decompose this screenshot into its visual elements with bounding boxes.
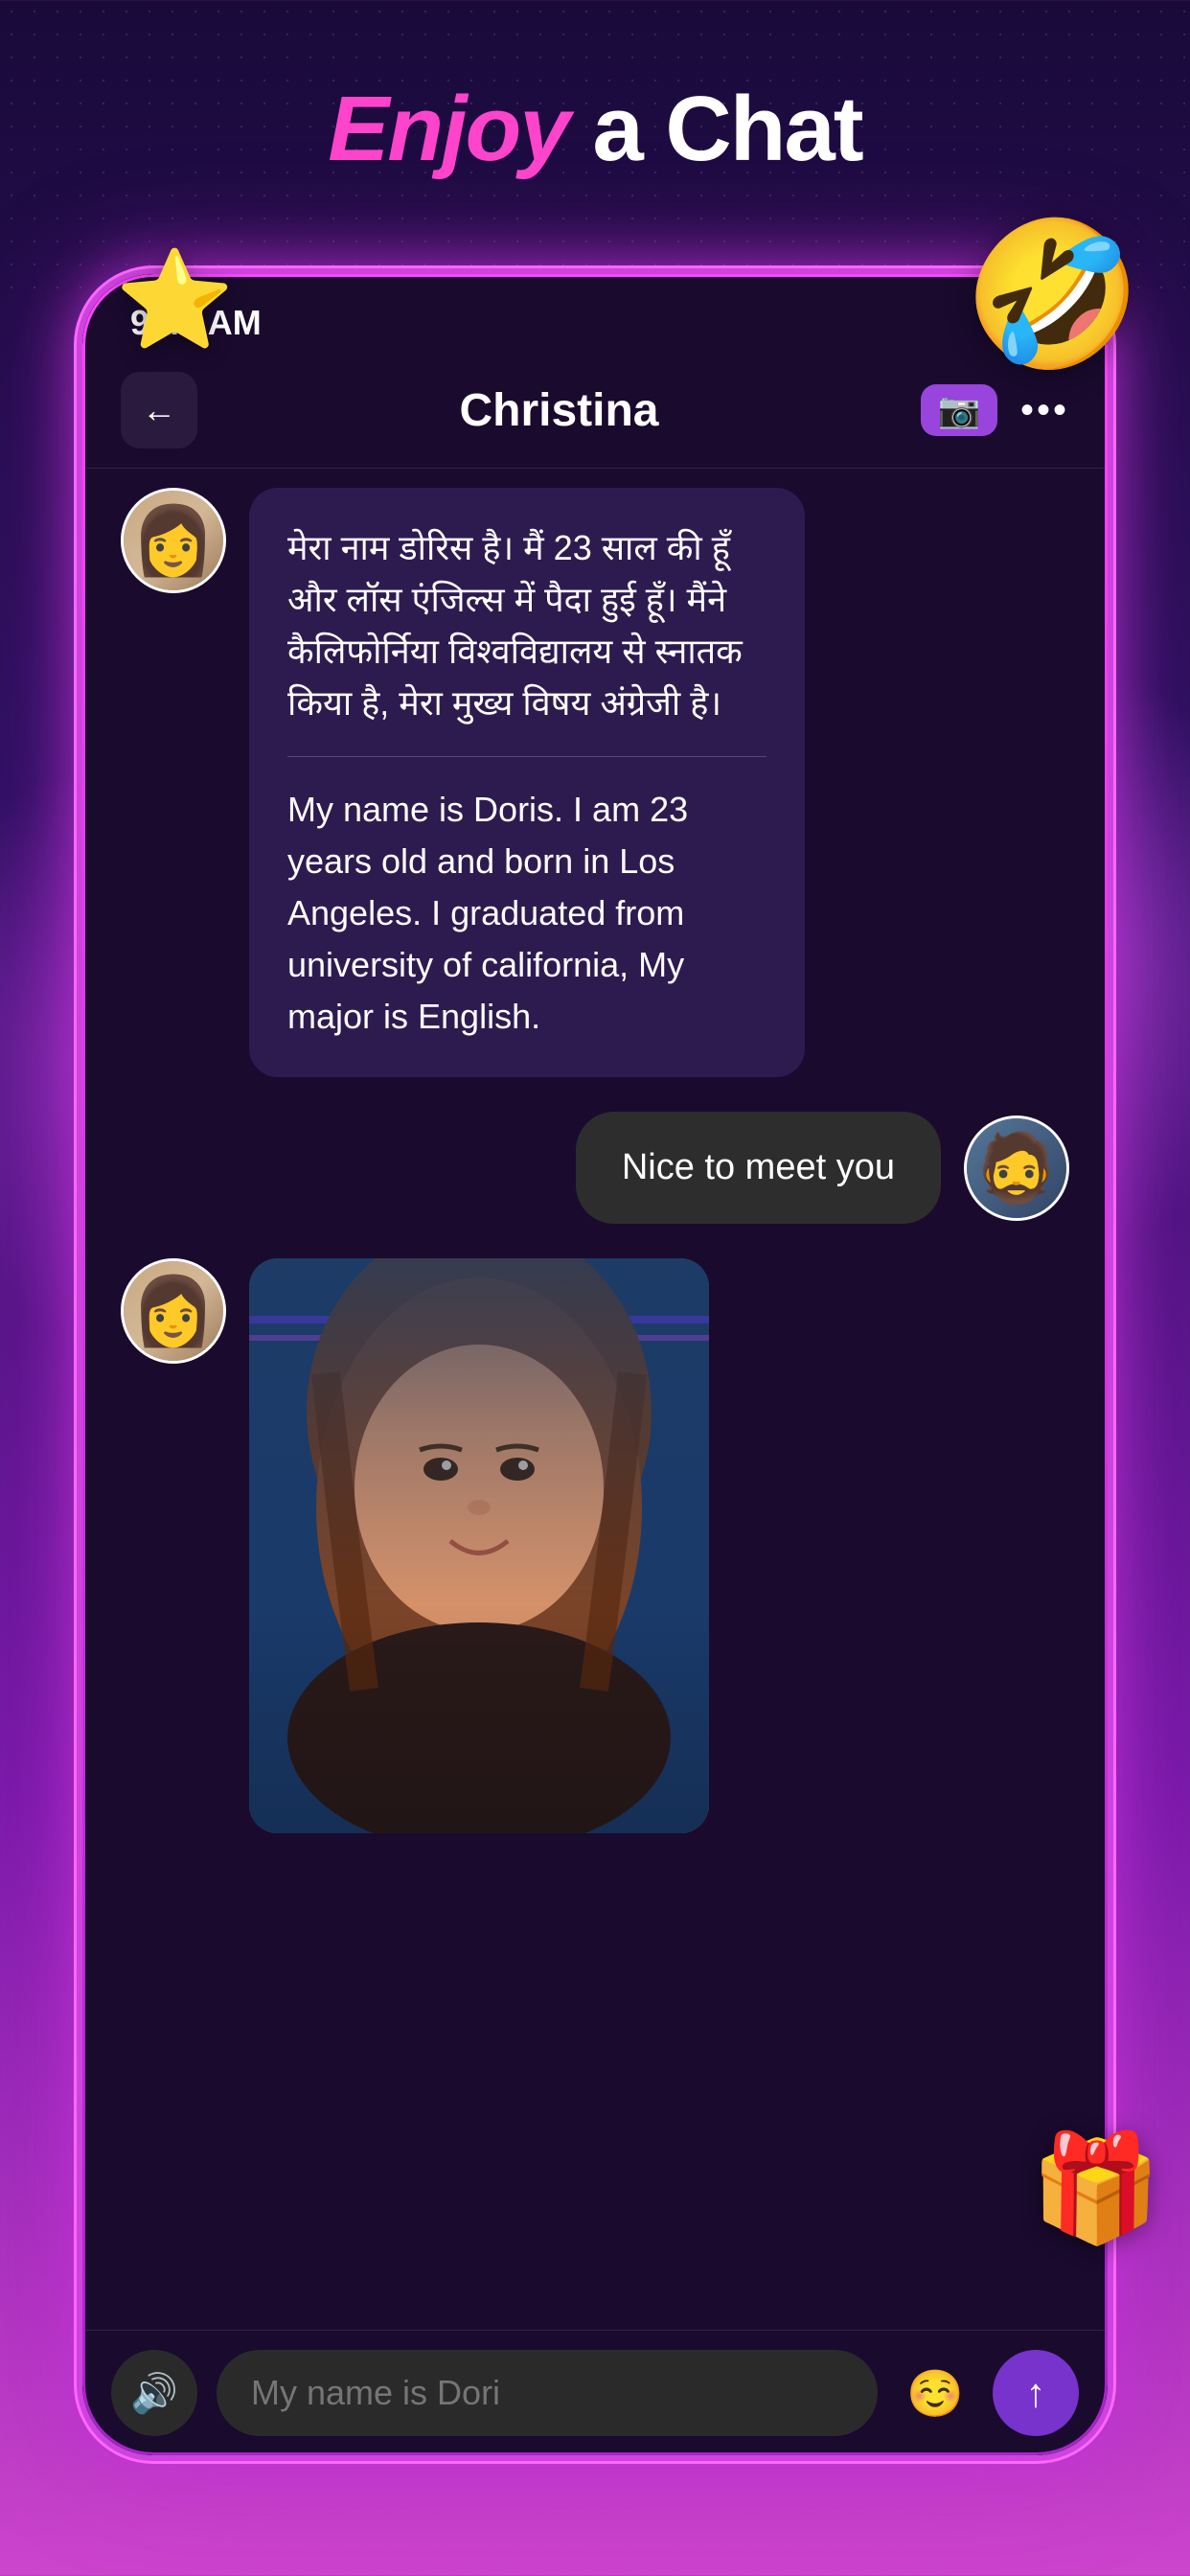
message-bubble-sent-1: Nice to meet you (576, 1112, 941, 1224)
emoji-button[interactable]: ☺️ (897, 2355, 973, 2431)
video-icon: 📷 (938, 390, 981, 430)
chat-photo-inner (249, 1258, 709, 1833)
bubble-divider (287, 756, 767, 757)
avatar-image-doris-2 (124, 1261, 223, 1361)
send-button[interactable]: ↑ (993, 2350, 1079, 2436)
gift-emoji: 🎁 (1030, 2127, 1161, 2250)
voice-icon: 🔊 (130, 2371, 178, 2416)
header-actions: 📷 ••• (921, 384, 1069, 436)
back-icon: ← (142, 390, 176, 430)
laugh-emoji: 🤣 (963, 211, 1142, 380)
avatar-doris (121, 488, 226, 593)
avatar-user (964, 1116, 1069, 1221)
photo-svg (249, 1258, 709, 1833)
title-rest: a Chat (569, 78, 862, 180)
message-text-hindi: मेरा नाम डोरिस है। मैं 23 साल की हूँ और … (287, 522, 767, 729)
message-text-sent-1: Nice to meet you (622, 1147, 895, 1187)
avatar-doris-2 (121, 1258, 226, 1364)
star-emoji: ⭐ (115, 244, 235, 356)
video-call-button[interactable]: 📷 (921, 384, 997, 436)
message-bubble-received-1: मेरा नाम डोरिस है। मैं 23 साल की हूँ और … (249, 488, 805, 1077)
voice-button[interactable]: 🔊 (111, 2350, 197, 2436)
input-bar: 🔊 ☺️ ↑ (82, 2330, 1108, 2455)
more-icon: ••• (1020, 389, 1069, 431)
chat-header: ← Christina 📷 ••• (82, 353, 1108, 469)
more-options-button[interactable]: ••• (1020, 389, 1069, 432)
status-bar: 9:41 AM (82, 274, 1108, 353)
send-icon: ↑ (1026, 2370, 1046, 2416)
message-row-sent-1: Nice to meet you (121, 1112, 1069, 1224)
page-title: Enjoy a Chat (0, 77, 1190, 182)
contact-name: Christina (459, 384, 658, 437)
avatar-image-doris (124, 491, 223, 590)
messages-area: मेरा नाम डोरिस है। मैं 23 साल की हूँ और … (82, 469, 1108, 2330)
phone-mockup: 9:41 AM ← Christina 📷 ••• (77, 268, 1113, 2461)
title-enjoy: Enjoy (328, 78, 568, 180)
message-row-received-image (121, 1258, 1069, 1833)
message-input[interactable] (217, 2350, 878, 2436)
emoji-icon: ☺️ (906, 2366, 964, 2421)
back-button[interactable]: ← (121, 372, 197, 448)
chat-photo[interactable] (249, 1258, 709, 1833)
message-text-english: My name is Doris. I am 23 years old and … (287, 784, 767, 1043)
avatar-image-user (967, 1118, 1066, 1218)
message-row-received-1: मेरा नाम डोरिस है। मैं 23 साल की हूँ और … (121, 488, 1069, 1077)
